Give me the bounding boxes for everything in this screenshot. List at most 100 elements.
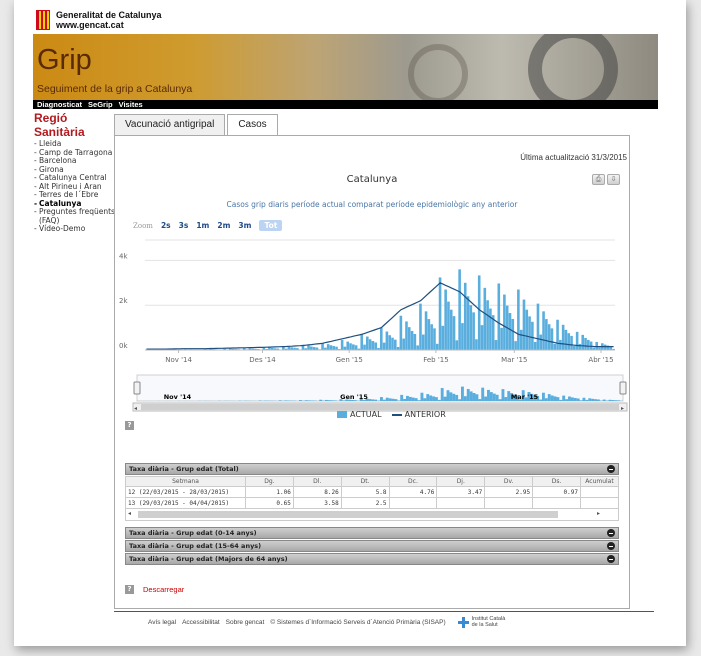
scroll-right-icon[interactable]: ▸ <box>597 510 600 517</box>
bar-actual <box>466 296 470 350</box>
navigator-bar <box>443 396 447 401</box>
bar-actual <box>366 336 369 350</box>
last-update: Última actualització 31/3/2015 <box>520 153 627 162</box>
bar-actual <box>539 334 543 350</box>
accordion-total[interactable]: Taxa diària - Grup edat (Total) <box>125 463 619 475</box>
site-banner: Grip Seguiment de la grip a Catalunya <box>33 34 658 100</box>
scrollbar-thumb[interactable] <box>138 511 558 518</box>
bar-actual <box>352 344 355 350</box>
navigator-bar <box>380 397 383 401</box>
navigator-label: Mar '15 <box>511 393 539 401</box>
accordion-64-plus[interactable]: Taxa diària - Grup edat (Majors de 64 an… <box>125 553 619 565</box>
legend-anterior[interactable]: ANTERIOR <box>405 410 446 419</box>
footer-link-legal[interactable]: Avís legal <box>148 619 176 626</box>
table-cell: 8.26 <box>292 486 342 498</box>
bar-actual <box>500 327 503 350</box>
zoom-2m-button[interactable]: 2m <box>217 221 230 230</box>
bar-actual <box>430 324 433 350</box>
bar-actual <box>371 341 375 350</box>
navigator-bar <box>463 396 467 401</box>
bar-actual <box>332 346 336 350</box>
navigator-bar <box>394 399 398 401</box>
navigator-bar <box>423 398 427 401</box>
footer-link-accessibility[interactable]: Accessibilitat <box>182 619 220 626</box>
collapse-icon[interactable] <box>607 529 615 537</box>
bar-actual <box>393 339 397 350</box>
navigator-bar <box>417 400 421 401</box>
bar-actual <box>561 324 565 350</box>
nav-item-diagnosticat[interactable]: Diagnosticat <box>37 100 82 109</box>
accordion-15-64[interactable]: Taxa diària - Grup edat (15-64 anys) <box>125 540 619 552</box>
download-icon[interactable]: ⇩ <box>607 174 620 185</box>
zoom-3s-button[interactable]: 3s <box>179 221 189 230</box>
bar-actual <box>363 344 366 350</box>
collapse-icon[interactable] <box>607 555 615 563</box>
print-icon[interactable]: ⎙ <box>592 174 605 185</box>
navigator-bar <box>565 399 569 401</box>
zoom-3m-button[interactable]: 3m <box>238 221 251 230</box>
help-icon[interactable]: ? <box>125 585 134 594</box>
collapse-icon[interactable] <box>607 465 615 473</box>
navigator-bar <box>426 394 430 401</box>
gencat-header[interactable]: Generalitat de Catalunya www.gencat.cat <box>36 10 162 30</box>
tab-casos[interactable]: Casos <box>227 114 278 136</box>
sidebar-item-faq[interactable]: - Preguntes freqüents (FAQ) <box>34 207 116 225</box>
scroll-left-icon[interactable]: ◂ <box>128 510 131 517</box>
navigator-bar <box>498 399 502 401</box>
table-cell: 2.5 <box>340 497 390 509</box>
table-cell: 3.58 <box>292 497 342 509</box>
sidebar: Regió Sanitària - Lleida - Camp de Tarrago… <box>34 111 116 234</box>
collapse-icon[interactable] <box>607 542 615 550</box>
bar-actual <box>519 329 523 350</box>
bar-actual <box>525 309 529 350</box>
bar-actual <box>472 312 475 350</box>
sidebar-item-video-demo[interactable]: - Vídeo-Demo <box>34 224 116 234</box>
navigator-bar <box>437 399 441 401</box>
bar-actual <box>578 343 582 350</box>
navigator-bar <box>472 393 476 401</box>
tab-vacunacio[interactable]: Vacunació antigripal <box>114 114 226 135</box>
navigator-bar <box>368 399 372 401</box>
table-cell <box>580 497 619 509</box>
footer: Avís legal Accessibilitat Sobre gencat ©… <box>148 616 505 628</box>
table-row: 12 (22/03/2015 - 28/03/2015) 1.06 8.26 5… <box>125 486 619 498</box>
navigator-bar <box>484 396 488 401</box>
bar-actual <box>421 334 425 350</box>
help-icon[interactable]: ? <box>125 421 134 430</box>
navigator-bar <box>325 399 328 401</box>
bar-actual <box>469 305 473 350</box>
col-header: Dj. <box>436 476 486 487</box>
ics-logo-text[interactable]: Institut Català de la Salut <box>472 616 506 628</box>
accordion-0-14[interactable]: Taxa diària - Grup edat (0-14 anys) <box>125 527 619 539</box>
zoom-1m-button[interactable]: 1m <box>196 221 209 230</box>
nav-item-visites[interactable]: Visites <box>119 100 143 109</box>
download-link[interactable]: Descarregar <box>143 585 184 594</box>
bar-actual <box>435 343 439 350</box>
legend-actual[interactable]: ACTUAL <box>350 410 382 419</box>
x-tick-label: Gen '15 <box>336 356 363 364</box>
site-subtitle: Seguiment de la grip a Catalunya <box>37 83 193 95</box>
navigator-bar <box>458 399 461 401</box>
table-cell: 0.65 <box>245 497 294 509</box>
table-cell: 3.47 <box>436 486 486 498</box>
table-row: 13 (29/03/2015 - 04/04/2015) 0.65 3.58 2… <box>125 497 619 509</box>
footer-link-about[interactable]: Sobre gencat <box>226 619 265 626</box>
table-cell <box>532 497 581 509</box>
navigator-bar <box>406 395 409 401</box>
range-navigator[interactable]: Nov '14 Gen '15 Mar '15 ◂ ▸ <box>115 371 631 413</box>
bar-actual <box>343 346 347 350</box>
navigator-bar <box>542 392 545 401</box>
table-horizontal-scrollbar[interactable]: ◂ ▸ <box>125 509 619 521</box>
main-chart[interactable]: 0k 2k 4k Nov '14 Des '14 Gen '15 Feb '15 Mar '1… <box>115 230 631 370</box>
bar-actual <box>416 345 419 350</box>
zoom-2s-button[interactable]: 2s <box>161 221 171 230</box>
rates-table: Setmana Dg. Dl. Dt. Dc. Dj. Dv. Ds. Acum… <box>125 476 619 509</box>
navigator-bar <box>469 391 473 401</box>
navigator-bar <box>414 398 418 401</box>
navigator-bar <box>461 386 464 401</box>
navigator-bar <box>588 398 592 401</box>
bar-actual <box>410 330 414 350</box>
nav-item-segrip[interactable]: SeGrip <box>88 100 113 109</box>
legend-swatch-actual <box>337 411 347 418</box>
navigator-bar <box>495 394 499 401</box>
